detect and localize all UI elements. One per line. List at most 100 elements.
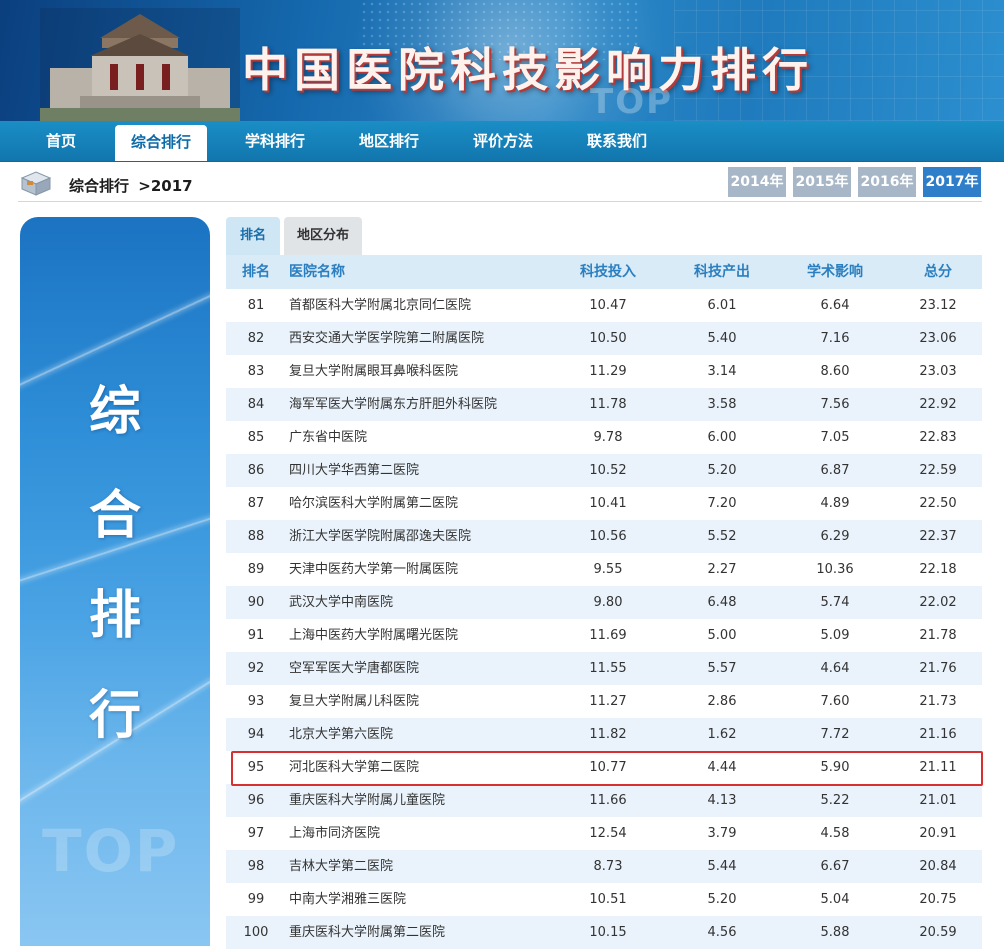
cell-output: 5.20 <box>707 463 737 478</box>
cell-rank: 87 <box>247 496 265 511</box>
cell-output: 3.14 <box>707 364 737 379</box>
col-header-total: 总分 <box>924 264 952 280</box>
cell-total: 23.03 <box>919 364 957 379</box>
cell-hospital-name[interactable]: 吉林大学第二医院 <box>289 850 579 883</box>
year-tab-2014[interactable]: 2014年 <box>728 167 786 197</box>
cell-output: 5.40 <box>707 331 737 346</box>
cell-total: 22.92 <box>919 397 957 412</box>
cell-hospital-name[interactable]: 武汉大学中南医院 <box>289 586 579 619</box>
cell-academic: 4.89 <box>820 496 850 511</box>
cell-output: 2.86 <box>707 694 737 709</box>
cell-investment: 10.77 <box>589 760 627 775</box>
breadcrumb-section[interactable]: 综合排行 <box>69 177 129 195</box>
cell-hospital-name[interactable]: 广东省中医院 <box>289 421 579 454</box>
cell-academic: 7.56 <box>820 397 850 412</box>
table-row: 88 浙江大学医学院附属邵逸夫医院 10.56 5.52 6.29 22.37 <box>226 520 982 553</box>
table-row: 89 天津中医药大学第一附属医院 9.55 2.27 10.36 22.18 <box>226 553 982 586</box>
year-tab-2017[interactable]: 2017年 <box>923 167 981 197</box>
cell-total: 23.06 <box>919 331 957 346</box>
cell-rank: 86 <box>247 463 265 478</box>
cell-total: 23.12 <box>919 298 957 313</box>
cell-investment: 11.29 <box>589 364 627 379</box>
cell-rank: 92 <box>247 661 265 676</box>
cell-academic: 6.87 <box>820 463 850 478</box>
breadcrumb-divider <box>18 201 982 202</box>
col-header-investment: 科技投入 <box>580 264 636 280</box>
table-row: 90 武汉大学中南医院 9.80 6.48 5.74 22.02 <box>226 586 982 619</box>
side-banner: 综 合 排 行 TOP <box>20 217 210 946</box>
cell-investment: 11.27 <box>589 694 627 709</box>
breadcrumb-year: 2017 <box>150 177 193 195</box>
cell-academic: 5.90 <box>820 760 850 775</box>
cell-total: 22.18 <box>919 562 957 577</box>
cell-rank: 84 <box>247 397 265 412</box>
cell-investment: 10.56 <box>589 529 627 544</box>
cell-academic: 4.58 <box>820 826 850 841</box>
nav-overall-ranking[interactable]: 综合排行 <box>115 125 207 161</box>
table-row: 100 重庆医科大学附属第二医院 10.15 4.56 5.88 20.59 <box>226 916 982 949</box>
cell-hospital-name[interactable]: 西安交通大学医学院第二附属医院 <box>289 322 579 355</box>
cell-hospital-name[interactable]: 北京大学第六医院 <box>289 718 579 751</box>
cell-hospital-name[interactable]: 河北医科大学第二医院 <box>289 751 579 784</box>
cell-rank: 81 <box>247 298 265 313</box>
cell-investment: 8.73 <box>593 859 623 874</box>
cell-hospital-name[interactable]: 重庆医科大学附属儿童医院 <box>289 784 579 817</box>
cell-rank: 96 <box>247 793 265 808</box>
cell-rank: 93 <box>247 694 265 709</box>
cell-hospital-name[interactable]: 哈尔滨医科大学附属第二医院 <box>289 487 579 520</box>
year-tab-2016[interactable]: 2016年 <box>858 167 916 197</box>
cell-total: 22.02 <box>919 595 957 610</box>
cell-rank: 94 <box>247 727 265 742</box>
hospital-building-image <box>40 8 240 121</box>
banner-title: 中国医院科技影响力排行 <box>242 43 814 97</box>
cell-academic: 7.60 <box>820 694 850 709</box>
table-row: 94 北京大学第六医院 11.82 1.62 7.72 21.16 <box>226 718 982 751</box>
cell-rank: 89 <box>247 562 265 577</box>
cell-academic: 4.64 <box>820 661 850 676</box>
cell-hospital-name[interactable]: 重庆医科大学附属第二医院 <box>289 916 579 949</box>
cell-total: 22.59 <box>919 463 957 478</box>
side-watermark: TOP <box>42 817 180 885</box>
table-row: 85 广东省中医院 9.78 6.00 7.05 22.83 <box>226 421 982 454</box>
nav-region-ranking[interactable]: 地区排行 <box>346 121 432 161</box>
col-header-academic: 学术影响 <box>807 264 863 280</box>
cell-output: 5.20 <box>707 892 737 907</box>
main-nav: 首页 综合排行 学科排行 地区排行 评价方法 联系我们 <box>0 121 1004 162</box>
side-char-2: 合 <box>88 485 141 546</box>
cell-total: 22.50 <box>919 496 957 511</box>
table-row: 93 复旦大学附属儿科医院 11.27 2.86 7.60 21.73 <box>226 685 982 718</box>
year-tab-2015[interactable]: 2015年 <box>793 167 851 197</box>
cell-academic: 5.22 <box>820 793 850 808</box>
cell-hospital-name[interactable]: 天津中医药大学第一附属医院 <box>289 553 579 586</box>
cell-hospital-name[interactable]: 海军军医大学附属东方肝胆外科医院 <box>289 388 579 421</box>
ranking-table: 排名 医院名称 科技投入 科技产出 学术影响 总分 81 首都医科大学附属北京同仁… <box>226 255 982 949</box>
cell-hospital-name[interactable]: 上海市同济医院 <box>289 817 579 850</box>
cell-academic: 8.60 <box>820 364 850 379</box>
cell-hospital-name[interactable]: 浙江大学医学院附属邵逸夫医院 <box>289 520 579 553</box>
cell-output: 4.56 <box>707 925 737 940</box>
cell-hospital-name[interactable]: 首都医科大学附属北京同仁医院 <box>289 289 579 322</box>
cell-investment: 10.41 <box>589 496 627 511</box>
cell-hospital-name[interactable]: 空军军医大学唐都医院 <box>289 652 579 685</box>
nav-home[interactable]: 首页 <box>20 121 102 161</box>
cell-hospital-name[interactable]: 中南大学湘雅三医院 <box>289 883 579 916</box>
cell-total: 20.75 <box>919 892 957 907</box>
side-char-4: 行 <box>88 685 141 746</box>
cell-output: 6.48 <box>707 595 737 610</box>
breadcrumb: 综合排行 >2017 <box>69 175 193 196</box>
nav-contact[interactable]: 联系我们 <box>574 121 660 161</box>
cell-academic: 5.74 <box>820 595 850 610</box>
cell-hospital-name[interactable]: 复旦大学附属儿科医院 <box>289 685 579 718</box>
nav-discipline-ranking[interactable]: 学科排行 <box>232 121 318 161</box>
cell-hospital-name[interactable]: 复旦大学附属眼耳鼻喉科医院 <box>289 355 579 388</box>
nav-methodology[interactable]: 评价方法 <box>460 121 546 161</box>
tab-region-distribution[interactable]: 地区分布 <box>284 217 362 255</box>
cell-investment: 12.54 <box>589 826 627 841</box>
cell-output: 3.58 <box>707 397 737 412</box>
cell-hospital-name[interactable]: 上海中医药大学附属曙光医院 <box>289 619 579 652</box>
cell-investment: 9.55 <box>593 562 623 577</box>
cell-output: 5.00 <box>707 628 737 643</box>
table-header: 排名 医院名称 科技投入 科技产出 学术影响 总分 <box>226 255 982 289</box>
tab-ranking[interactable]: 排名 <box>226 217 280 255</box>
cell-hospital-name[interactable]: 四川大学华西第二医院 <box>289 454 579 487</box>
